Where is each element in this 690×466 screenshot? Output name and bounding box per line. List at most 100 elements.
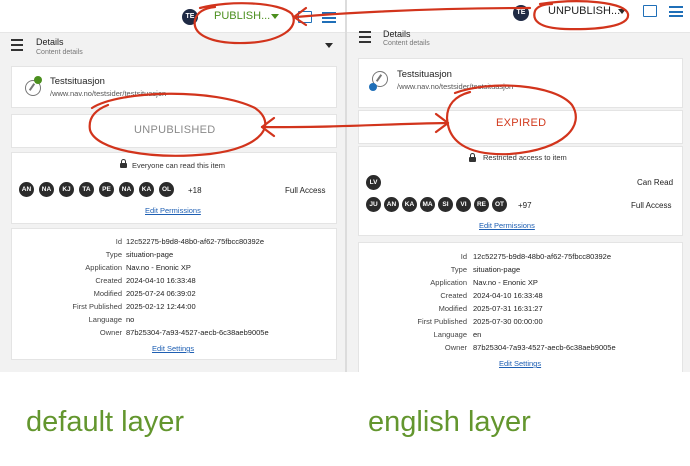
property-value: situation-page	[126, 250, 174, 259]
property-value: en	[473, 330, 482, 339]
property-value: 87b25304-7a93-4527-aecb-6c38aeb9005e	[126, 328, 269, 337]
principal-avatar: SI	[438, 197, 453, 212]
property-value: 87b25304-7a93-4527-aecb-6c38aeb9005e	[473, 343, 616, 352]
unpublish-button[interactable]: UNPUBLISH...	[548, 1, 620, 21]
principal-avatar: NA	[39, 182, 54, 197]
principal-avatar: AN	[19, 182, 34, 197]
property-value: 2025-07-31 16:31:27	[473, 304, 543, 313]
property-key: Language	[88, 315, 122, 324]
details-subtitle: Content details	[383, 40, 430, 47]
default-layer-panel: TE PUBLISH... Details Content details Te…	[0, 0, 345, 372]
details-menu-icon[interactable]	[359, 31, 371, 43]
chevron-down-icon[interactable]	[325, 43, 333, 48]
principal-avatar: KA	[139, 182, 154, 197]
property-value: 2024-04-10 16:33:48	[126, 276, 196, 285]
property-value: 2024-04-10 16:33:48	[473, 291, 543, 300]
publish-button[interactable]: PUBLISH...	[214, 6, 270, 26]
edit-settings-link[interactable]: Edit Settings	[152, 344, 194, 353]
property-key: Modified	[438, 304, 467, 313]
property-key: Type	[105, 250, 122, 259]
user-avatar[interactable]: TE	[182, 9, 198, 25]
content-name: Testsituasjon	[397, 69, 452, 80]
details-header[interactable]: Details Content details	[347, 26, 690, 54]
chevron-down-icon[interactable]	[271, 14, 279, 19]
preview-icon[interactable]	[298, 11, 312, 23]
property-value: situation-page	[473, 265, 521, 274]
details-menu-icon[interactable]	[11, 39, 23, 51]
published-check-icon	[34, 76, 42, 84]
principal-avatar: AN	[384, 197, 399, 212]
property-value: Nav.no - Enonic XP	[126, 263, 191, 272]
content-name: Testsituasjon	[50, 76, 105, 87]
principal-avatar: MA	[420, 197, 435, 212]
principal-avatar: VI	[456, 197, 471, 212]
read-access-level: Can Read	[637, 178, 674, 187]
status-card: UNPUBLISHED	[11, 114, 337, 148]
english-layer-panel: TE UNPUBLISH... Details Content details …	[347, 0, 690, 372]
status-card: EXPIRED	[358, 110, 683, 144]
user-avatar[interactable]: TE	[513, 5, 529, 21]
property-key: Created	[95, 276, 122, 285]
property-value: 2025-07-24 06:39:02	[126, 289, 196, 298]
properties-card: Id 12c52275-b9d8-48b0-af62-75fbcc80392e …	[358, 242, 683, 372]
principal-avatar: OL	[159, 182, 174, 197]
permission-note: Everyone can read this item	[132, 161, 225, 170]
toolbar: TE PUBLISH...	[0, 0, 345, 33]
download-icon	[369, 83, 377, 91]
property-key: Created	[440, 291, 467, 300]
details-subtitle: Content details	[36, 49, 83, 56]
property-value: 2025-02-12 12:44:00	[126, 302, 196, 311]
property-key: Language	[433, 330, 467, 339]
status-label: EXPIRED	[496, 117, 547, 129]
principal-avatar: KA	[402, 197, 417, 212]
details-title: Details	[36, 37, 64, 47]
property-value: Nav.no - Enonic XP	[473, 278, 538, 287]
principal-avatar: PE	[99, 182, 114, 197]
edit-settings-link[interactable]: Edit Settings	[499, 359, 541, 368]
unlock-icon	[120, 159, 127, 168]
widget-list-icon[interactable]	[669, 6, 683, 17]
properties-card: Id 12c52275-b9d8-48b0-af62-75fbcc80392e …	[11, 228, 337, 360]
content-summary-card: Testsituasjon /www.nav.no/testsider/test…	[11, 66, 337, 108]
principals-more-count: +97	[518, 201, 532, 210]
default-layer-label: default layer	[26, 406, 184, 438]
lock-icon	[469, 153, 476, 162]
permission-note: Restricted access to item	[483, 153, 567, 162]
content-summary-card: Testsituasjon /www.nav.no/testsider/test…	[358, 58, 683, 108]
property-key: First Published	[417, 317, 467, 326]
principal-avatar: TA	[79, 182, 94, 197]
property-key: First Published	[72, 302, 122, 311]
principal-avatar: JU	[366, 197, 381, 212]
access-level: Full Access	[285, 186, 326, 195]
chevron-down-icon[interactable]	[618, 9, 626, 14]
principals-more-count: +18	[188, 186, 202, 195]
property-key: Owner	[444, 343, 467, 352]
content-path: /www.nav.no/testsider/testsituasjon	[50, 89, 167, 98]
principal-avatar: NA	[119, 182, 134, 197]
principal-avatar: KJ	[59, 182, 74, 197]
property-key: Id	[115, 237, 122, 246]
property-key: Application	[85, 263, 122, 272]
property-value: 12c52275-b9d8-48b0-af62-75fbcc80392e	[473, 252, 612, 261]
status-label: UNPUBLISHED	[134, 124, 216, 136]
property-value: 2025-07-30 00:00:00	[473, 317, 543, 326]
access-level: Full Access	[631, 201, 672, 210]
edit-permissions-link[interactable]: Edit Permissions	[479, 221, 535, 230]
content-path: /www.nav.no/testsider/testsituasjon	[397, 82, 514, 91]
property-value: no	[126, 315, 135, 324]
property-key: Modified	[93, 289, 122, 298]
property-key: Id	[460, 252, 467, 261]
permissions-card: Restricted access to item LV Can Read JU…	[358, 146, 683, 236]
edit-permissions-link[interactable]: Edit Permissions	[145, 206, 201, 215]
property-key: Application	[430, 278, 467, 287]
principal-avatar: OT	[492, 197, 507, 212]
permissions-card: Everyone can read this item AN NA KJ TA …	[11, 152, 337, 224]
details-header[interactable]: Details Content details	[0, 34, 345, 62]
details-title: Details	[383, 29, 411, 39]
principal-avatar: LV	[366, 175, 381, 190]
preview-icon[interactable]	[643, 5, 657, 17]
property-key: Type	[450, 265, 467, 274]
english-layer-label: english layer	[368, 406, 531, 438]
property-key: Owner	[99, 328, 122, 337]
widget-list-icon[interactable]	[322, 12, 336, 23]
